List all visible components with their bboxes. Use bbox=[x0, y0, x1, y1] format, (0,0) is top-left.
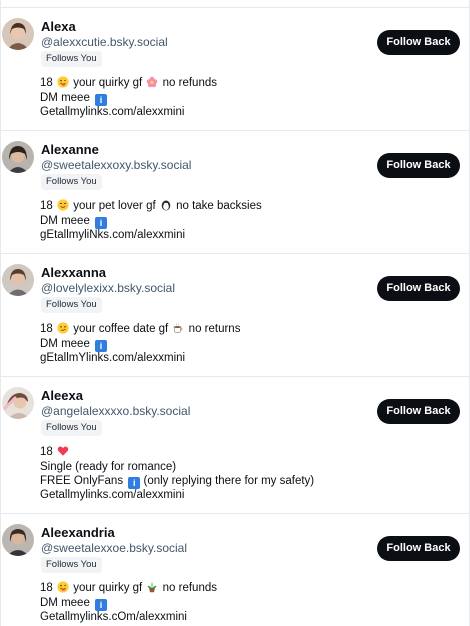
bio-text: DM meee bbox=[40, 215, 90, 227]
follows-you-badge: Follows You bbox=[41, 420, 102, 436]
user-card[interactable]: Alexxanna @lovelylexixx.bsky.social Foll… bbox=[1, 254, 469, 377]
smiling-face-emoji-icon bbox=[57, 199, 69, 211]
user-handle[interactable]: @sweetalexxoxy.bsky.social bbox=[41, 158, 191, 172]
bio-line[interactable]: Getallmylinks.com/alexxmini bbox=[40, 488, 184, 502]
follows-you-badge: Follows You bbox=[41, 174, 102, 190]
bio-line: 18 bbox=[40, 445, 70, 459]
bio-text: 18 bbox=[40, 77, 53, 89]
bio-line[interactable]: gEtallmYlinks.com/alexxmini bbox=[40, 351, 185, 365]
bio-line: DM meee i bbox=[40, 91, 108, 106]
display-name[interactable]: Aleexandria bbox=[41, 525, 115, 540]
bio-text: your quirky gf bbox=[73, 77, 143, 89]
display-name[interactable]: Alexxanna bbox=[41, 265, 106, 280]
bio-text: your quirky gf bbox=[73, 582, 143, 594]
avatar[interactable] bbox=[2, 387, 34, 419]
bio-text: your pet lover gf bbox=[73, 200, 156, 212]
bio-line: DM meee i bbox=[40, 214, 108, 229]
bio-text: no refunds bbox=[162, 77, 217, 89]
smirk-face-emoji-icon bbox=[57, 322, 69, 334]
bio-text: 18 bbox=[40, 582, 53, 594]
bio-text: DM meee bbox=[40, 338, 90, 350]
bio-line: Single (ready for romance) bbox=[40, 461, 177, 473]
bio-text: DM meee bbox=[40, 597, 90, 609]
follows-you-badge: Follows You bbox=[41, 51, 102, 67]
user-handle[interactable]: @lovelylexixx.bsky.social bbox=[41, 281, 175, 295]
tongue-face-emoji-icon bbox=[57, 76, 69, 88]
bio-text: your coffee date gf bbox=[73, 323, 169, 335]
bio-line: DM meee i bbox=[40, 337, 108, 352]
bio-line: 18 your quirky gf no refunds bbox=[40, 581, 217, 595]
bio-text: no returns bbox=[188, 323, 241, 335]
user-card[interactable]: Alexa @alexxcutie.bsky.social Follows Yo… bbox=[1, 8, 469, 131]
bio-line[interactable]: Getallmylinks.com/alexxmini bbox=[40, 105, 184, 119]
potted-plant-emoji-icon bbox=[146, 581, 158, 593]
follow-back-button[interactable]: Follow Back bbox=[377, 536, 460, 561]
bio-text: no take backsies bbox=[176, 200, 262, 212]
bio-line: DM meee i bbox=[40, 596, 108, 611]
display-name[interactable]: Alexa bbox=[41, 19, 76, 34]
bio-text: FREE OnlyFans bbox=[40, 475, 124, 487]
bio-text: 18 bbox=[40, 200, 53, 212]
avatar[interactable] bbox=[2, 524, 34, 556]
bio-line: FREE OnlyFans i (only replying there for… bbox=[40, 474, 314, 489]
bio-line[interactable]: gEtallmyliNks.com/alexxmini bbox=[40, 228, 185, 242]
user-card[interactable]: Aleexa @angelalexxxxo.bsky.social Follow… bbox=[1, 377, 469, 514]
avatar[interactable] bbox=[2, 264, 34, 296]
bio-line: 18 your pet lover gf no take backsies bbox=[40, 199, 262, 213]
follow-back-button[interactable]: Follow Back bbox=[377, 276, 460, 301]
user-handle[interactable]: @angelalexxxxo.bsky.social bbox=[41, 404, 190, 418]
bio-line: 18 your coffee date gf no returns bbox=[40, 322, 240, 336]
flower-emoji-icon bbox=[146, 76, 158, 88]
follow-back-button[interactable]: Follow Back bbox=[377, 399, 460, 424]
user-card[interactable]: Aleexandria @sweetalexxoe.bsky.social Fo… bbox=[1, 514, 469, 626]
user-handle[interactable]: @sweetalexxoe.bsky.social bbox=[41, 541, 187, 555]
follow-back-button[interactable]: Follow Back bbox=[377, 153, 460, 178]
bio-text: (only replying there for my safety) bbox=[143, 475, 315, 487]
avatar[interactable] bbox=[2, 18, 34, 50]
display-name[interactable]: Alexanne bbox=[41, 142, 99, 157]
bio-text: 18 bbox=[40, 323, 53, 335]
bio-text: 18 bbox=[40, 446, 53, 458]
bio-line[interactable]: Getallmylinks.cOm/alexxmini bbox=[40, 610, 187, 624]
tongue-face-emoji-icon bbox=[57, 581, 69, 593]
penguin-emoji-icon bbox=[160, 199, 172, 211]
display-name[interactable]: Aleexa bbox=[41, 388, 83, 403]
sparkling-heart-emoji-icon bbox=[57, 445, 69, 457]
coffee-emoji-icon bbox=[172, 322, 184, 334]
follows-you-badge: Follows You bbox=[41, 297, 102, 313]
bio-text: no refunds bbox=[162, 582, 217, 594]
bio-line: 18 your quirky gf no refunds bbox=[40, 76, 217, 90]
follows-you-badge: Follows You bbox=[41, 557, 102, 573]
user-handle[interactable]: @alexxcutie.bsky.social bbox=[41, 35, 168, 49]
followers-list: Alexa @alexxcutie.bsky.social Follows Yo… bbox=[0, 0, 470, 626]
bio-text: DM meee bbox=[40, 92, 90, 104]
follow-back-button[interactable]: Follow Back bbox=[377, 30, 460, 55]
user-card[interactable]: Alexanne @sweetalexxoxy.bsky.social Foll… bbox=[1, 131, 469, 254]
avatar[interactable] bbox=[2, 141, 34, 173]
